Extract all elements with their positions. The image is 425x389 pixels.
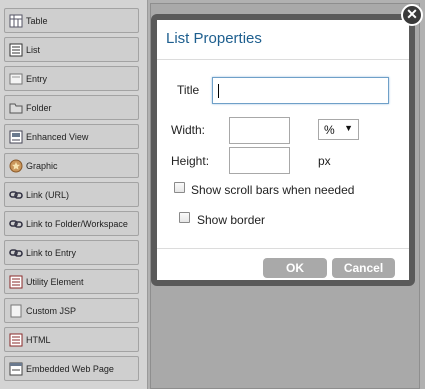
palette-item-link-folder-workspace[interactable]: Link to Folder/Workspace bbox=[4, 211, 139, 236]
palette-item-label: Custom JSP bbox=[26, 305, 77, 316]
link-icon bbox=[9, 246, 23, 260]
palette-item-label: Embedded Web Page bbox=[26, 363, 114, 374]
palette-item-embedded-web-page[interactable]: Embedded Web Page bbox=[4, 356, 139, 381]
enhanced-view-icon bbox=[9, 130, 23, 144]
element-palette: Table List Entry Folder Enhanced View Gr… bbox=[0, 0, 148, 389]
palette-item-label: Utility Element bbox=[26, 276, 84, 287]
palette-item-table[interactable]: Table bbox=[4, 8, 139, 33]
palette-item-label: Link to Folder/Workspace bbox=[26, 218, 128, 229]
web-page-icon bbox=[9, 362, 23, 376]
scrollbars-checkbox[interactable] bbox=[174, 182, 185, 193]
link-icon bbox=[9, 188, 23, 202]
entry-icon bbox=[9, 72, 23, 86]
utility-icon bbox=[9, 275, 23, 289]
palette-item-link-url[interactable]: Link (URL) bbox=[4, 182, 139, 207]
height-input[interactable] bbox=[229, 147, 290, 174]
list-properties-dialog: List Properties Title Width: % ▼ Height:… bbox=[151, 14, 415, 286]
link-icon bbox=[9, 217, 23, 231]
palette-item-utility-element[interactable]: Utility Element bbox=[4, 269, 139, 294]
palette-item-label: Enhanced View bbox=[26, 131, 89, 142]
palette-item-custom-jsp[interactable]: Custom JSP bbox=[4, 298, 139, 323]
palette-item-link-entry[interactable]: Link to Entry bbox=[4, 240, 139, 265]
ok-button[interactable]: OK bbox=[263, 258, 327, 278]
title-label: Title bbox=[177, 83, 200, 97]
dropdown-arrow-icon: ▼ bbox=[344, 123, 353, 133]
palette-item-label: Folder bbox=[26, 102, 52, 113]
border-label[interactable]: Show border bbox=[197, 213, 265, 227]
custom-jsp-icon bbox=[9, 304, 23, 318]
height-label: Height: bbox=[171, 154, 210, 168]
palette-item-label: Table bbox=[26, 15, 48, 26]
palette-item-folder[interactable]: Folder bbox=[4, 95, 139, 120]
palette-item-enhanced-view[interactable]: Enhanced View bbox=[4, 124, 139, 149]
folder-icon bbox=[9, 101, 23, 115]
palette-item-label: Link (URL) bbox=[26, 189, 70, 200]
title-input[interactable] bbox=[212, 77, 389, 104]
divider bbox=[157, 59, 409, 60]
text-caret bbox=[218, 84, 219, 98]
palette-item-list[interactable]: List bbox=[4, 37, 139, 62]
divider bbox=[157, 248, 409, 249]
border-checkbox[interactable] bbox=[179, 212, 190, 223]
height-unit-label: px bbox=[318, 154, 331, 168]
table-icon bbox=[9, 14, 23, 28]
cancel-button[interactable]: Cancel bbox=[332, 258, 395, 278]
palette-item-label: Graphic bbox=[26, 160, 58, 171]
close-dialog-button[interactable]: ✕ bbox=[401, 4, 423, 26]
scrollbars-label[interactable]: Show scroll bars when needed bbox=[191, 183, 354, 197]
palette-item-label: Entry bbox=[26, 73, 48, 84]
palette-item-label: Link to Entry bbox=[26, 247, 77, 258]
width-label: Width: bbox=[171, 123, 206, 137]
width-input[interactable] bbox=[229, 117, 290, 144]
close-icon: ✕ bbox=[406, 6, 418, 22]
palette-item-entry[interactable]: Entry bbox=[4, 66, 139, 91]
palette-item-graphic[interactable]: Graphic bbox=[4, 153, 139, 178]
width-unit-select[interactable]: % ▼ bbox=[318, 119, 359, 140]
palette-item-label: List bbox=[26, 44, 41, 55]
palette-item-label: HTML bbox=[26, 334, 51, 345]
dialog-title: List Properties bbox=[166, 30, 262, 47]
list-icon bbox=[9, 43, 23, 57]
graphic-icon bbox=[9, 159, 23, 173]
palette-item-html[interactable]: HTML bbox=[4, 327, 139, 352]
html-icon bbox=[9, 333, 23, 347]
